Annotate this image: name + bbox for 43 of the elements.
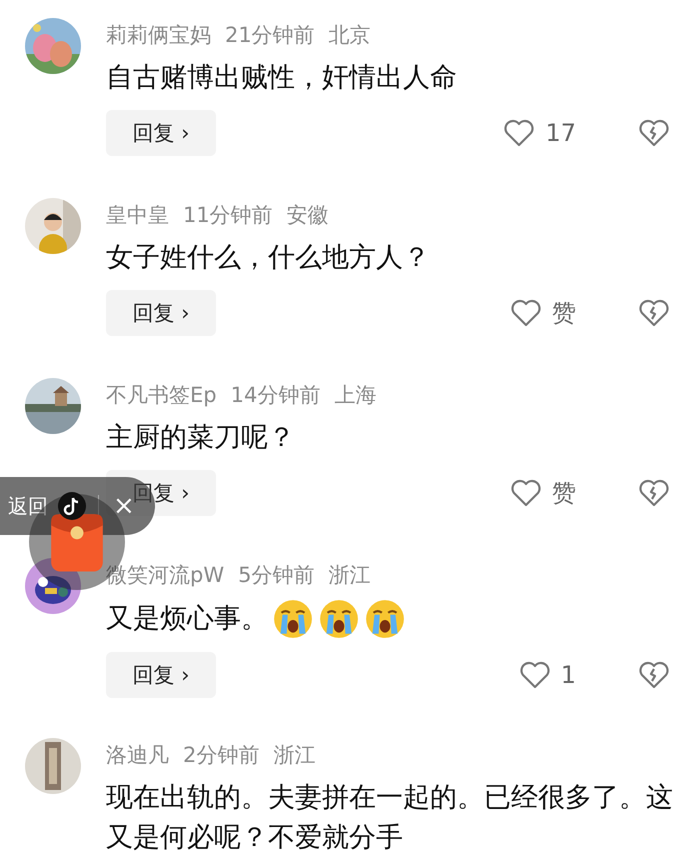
reply-button[interactable]: 回复 › bbox=[106, 652, 216, 698]
comment-text: 自古赌博出贼性，奸情出人命 bbox=[106, 61, 457, 95]
like-button[interactable]: 1 bbox=[518, 661, 576, 689]
broken-heart-icon[interactable] bbox=[638, 299, 670, 327]
broken-heart-icon[interactable] bbox=[638, 479, 670, 507]
username[interactable]: 洛迪凡 bbox=[106, 741, 169, 769]
username[interactable]: 不凡书签Ep bbox=[106, 381, 217, 409]
location: 安徽 bbox=[286, 202, 329, 229]
heart-icon bbox=[518, 661, 551, 689]
crying-face-icon bbox=[272, 598, 314, 640]
broken-heart-icon[interactable] bbox=[638, 119, 670, 147]
reply-button[interactable]: 回复 › bbox=[106, 290, 216, 336]
crying-face-icon bbox=[318, 598, 360, 640]
timestamp: 11分钟前 bbox=[183, 202, 273, 229]
timestamp: 14分钟前 bbox=[230, 382, 320, 409]
music-note-logo-icon bbox=[58, 492, 86, 520]
like-button[interactable]: 17 bbox=[503, 119, 576, 147]
reply-button[interactable]: 回复 › bbox=[106, 110, 216, 156]
like-button[interactable]: 赞 bbox=[510, 297, 576, 329]
like-count: 1 bbox=[560, 661, 576, 689]
like-button[interactable]: 赞 bbox=[510, 477, 576, 509]
comment-text: 女子姓什么，什么地方人？ bbox=[106, 241, 430, 275]
heart-icon bbox=[510, 299, 542, 327]
heart-icon bbox=[503, 119, 536, 147]
username[interactable]: 皇中皇 bbox=[106, 201, 169, 229]
location: 浙江 bbox=[328, 562, 370, 589]
crying-face-icon bbox=[364, 598, 406, 640]
like-count: 17 bbox=[545, 119, 576, 147]
back-link[interactable]: 返回 bbox=[8, 492, 48, 520]
location: 浙江 bbox=[273, 742, 316, 769]
like-count: 赞 bbox=[552, 298, 576, 329]
comment-text: 主厨的菜刀呢？ bbox=[106, 421, 295, 455]
location: 北京 bbox=[328, 22, 371, 49]
username[interactable]: 莉莉俩宝妈 bbox=[106, 21, 211, 49]
location: 上海 bbox=[334, 382, 376, 409]
like-count: 赞 bbox=[552, 478, 576, 509]
comment-text: 又是烦心事。 bbox=[106, 602, 268, 636]
broken-heart-icon[interactable] bbox=[638, 661, 670, 689]
comment-text: 现在出轨的。夫妻拼在一起的。已经很多了。这又是何必呢？不爱就分手 bbox=[106, 781, 674, 852]
heart-icon bbox=[510, 479, 542, 507]
timestamp: 2分钟前 bbox=[183, 742, 260, 769]
timestamp: 5分钟前 bbox=[238, 562, 314, 589]
timestamp: 21分钟前 bbox=[225, 22, 315, 49]
